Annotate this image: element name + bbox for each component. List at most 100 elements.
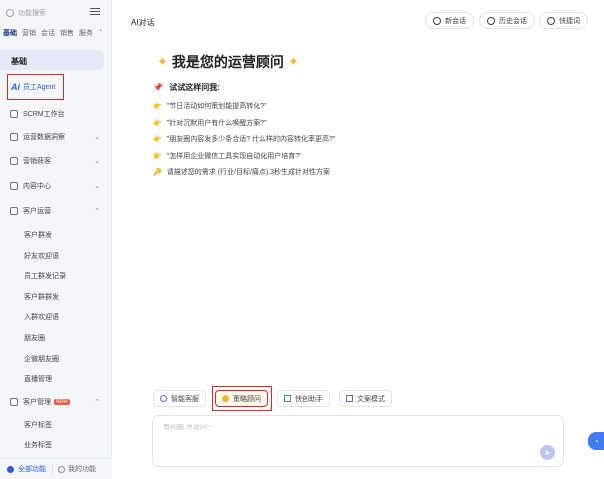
send-icon[interactable]: ➤ [540,445,555,460]
document-icon [346,395,353,402]
new-badge: NEW [54,399,70,405]
sidebar-subitem[interactable]: 客户群发 [24,230,52,240]
headset-icon [160,395,167,402]
key-icon: 🔑 [153,169,162,176]
sidebar-subitem[interactable]: 好友欢迎语 [24,251,59,261]
pointing-hand-icon: 👉 [153,153,162,160]
sidebar-subitem[interactable]: 客户群群发 [24,292,59,302]
hero-title: ✦ 我是您的运营顾问 ✦ [153,52,303,72]
sidebar-bottom-bar: 全部功能 我的功能 [0,458,112,479]
ai-icon: Ai [11,82,20,92]
sidebar-subitem[interactable]: 入群欢迎语 [24,312,59,322]
tab-marketing[interactable]: 营销 [22,28,36,40]
prompt-text: "怎样用企业微信工具实现自动化用户培育?" [166,153,302,160]
chat-input[interactable] [163,424,463,431]
prompt-text: "针对沉默用户有什么唤醒方案?" [166,120,267,127]
mode-label: 智能客服 [171,395,199,403]
tab-basic[interactable]: 基础 [3,28,17,40]
my-functions-label: 我的功能 [68,466,96,473]
hero-text: 我是您的运营顾问 [171,54,284,70]
all-functions-label: 全部功能 [18,466,46,473]
sidebar-item-acquisition[interactable]: 营销获客 ⌄ [10,155,100,167]
sidebar-subitem[interactable]: 业务标签 [24,440,52,450]
workbench-icon [10,110,18,118]
suggested-prompt[interactable]: 👉 "针对沉默用户有什么唤醒方案?" [153,118,267,128]
sidebar-subitem[interactable]: 员工群发记录 [24,271,66,281]
mode-copywriting[interactable]: 文案模式 [339,390,392,407]
shortcut-words-button[interactable]: 快捷词 [539,12,588,29]
refresh-icon [433,16,441,25]
chevron-down-icon: ⌄ [94,158,100,165]
mode-smart-service[interactable]: 智能客服 [153,390,206,407]
prompt-text: "朋友圈内容发多少条合适? 什么样的内容转化率更高?" [166,136,336,143]
tab-sales[interactable]: 销售 [60,28,74,40]
search-icon [6,9,14,17]
my-functions-button[interactable]: 我的功能 [52,463,96,475]
new-session-label: 新会话 [445,17,466,25]
section-title: 基础 [11,57,27,66]
sidebar-subitem[interactable]: 朋友圈 [24,333,45,343]
sidebar-item-content-center[interactable]: 内容中心 ⌄ [10,180,100,192]
history-session-button[interactable]: 历史会话 [479,12,535,29]
person-icon [58,465,65,473]
sidebar-subitem[interactable]: 直播管理 [24,374,52,384]
sidebar-item-label: 内容中心 [23,183,51,190]
employee-agent-label: 员工Agent [23,84,56,91]
mode-quick-create[interactable]: 快创助手 [277,390,330,407]
chat-input-box: ➤ [152,415,564,467]
sidebar-item-customer-mgmt[interactable]: 客户管理 NEW ⌃ [10,396,100,408]
pointing-hand-icon: 👉 [153,120,162,127]
sidebar-item-customer-ops[interactable]: 客户运营 ⌃ [10,205,100,217]
content-icon [10,182,18,190]
try-asking-text: 试试这样问我: [169,83,220,92]
page-title: AI对话 [131,18,155,27]
customer-icon [10,398,18,406]
pin-icon: 📌 [153,83,163,92]
sidebar-item-label: 运营数据洞察 [23,134,65,141]
try-asking-heading: 📌 试试这样问我: [153,82,220,93]
sidebar-item-label: 营销获客 [23,158,51,165]
shortcut-words-label: 快捷词 [559,17,580,25]
suggested-prompt[interactable]: 👉 "节日活动如何策划能提高转化?" [153,101,267,111]
suggested-prompt[interactable]: 👉 "朋友圈内容发多少条合适? 什么样的内容转化率更高?" [153,134,335,144]
help-float-icon[interactable]: ◔ [588,432,604,450]
tab-service[interactable]: 服务 [79,28,93,40]
tabs-more-icon[interactable]: ◔ [98,28,102,40]
function-search[interactable]: 功能搜索 [6,6,86,20]
tab-conversation[interactable]: 会话 [41,28,55,40]
sparkle-icon: ✦ [157,54,168,69]
sidebar-item-label: SCRM工作台 [23,111,65,118]
history-session-label: 历史会话 [499,17,527,25]
megaphone-icon [10,157,18,165]
new-session-button[interactable]: 新会话 [425,12,474,29]
pointing-hand-icon: 👉 [153,136,162,143]
chevron-down-icon: ⌄ [94,134,100,141]
mode-label: 快创助手 [295,395,323,403]
sidebar-item-data-insight[interactable]: 运营数据洞察 ⌄ [10,131,100,143]
chart-icon [10,133,18,141]
menu-toggle-icon[interactable] [90,8,100,16]
prompt-text: "节日活动如何策划能提高转化?" [166,103,267,110]
shortcut-icon [547,16,555,25]
sparkle-icon: ✦ [287,54,299,69]
lightbulb-icon [222,395,229,402]
all-functions-button[interactable]: 全部功能 [0,464,52,474]
mode-strategy-advisor[interactable]: 策略顾问 [215,390,268,407]
sidebar-item-label: 客户管理 [23,399,51,406]
sidebar-item-scrm-workbench[interactable]: SCRM工作台 [10,108,100,120]
user-icon [10,207,18,215]
employee-agent-item[interactable]: Ai 员工Agent [7,74,64,100]
sidebar-item-label: 客户运营 [23,208,51,215]
sidebar: 功能搜索 基础 营销 会话 销售 服务 ◔ 基础 Ai 员工Agent SCRM… [0,0,112,479]
category-tabs: 基础 营销 会话 销售 服务 ◔ [3,28,111,40]
search-placeholder: 功能搜索 [18,10,46,17]
sidebar-subitem[interactable]: 客户标签 [24,420,52,430]
magic-icon [284,395,291,402]
needs-hint: 🔑 请描述您的需求 (行业/目标/痛点),3秒生成针对性方案 [153,167,330,177]
suggested-prompt[interactable]: 👉 "怎样用企业微信工具实现自动化用户培育?" [153,151,302,161]
chevron-up-icon: ⌃ [94,208,100,215]
sidebar-subitem[interactable]: 企微朋友圈 [24,354,59,364]
grid-icon [7,465,14,473]
pointing-hand-icon: 👉 [153,103,162,110]
hint-text: 请描述您的需求 (行业/目标/痛点),3秒生成针对性方案 [166,169,331,176]
